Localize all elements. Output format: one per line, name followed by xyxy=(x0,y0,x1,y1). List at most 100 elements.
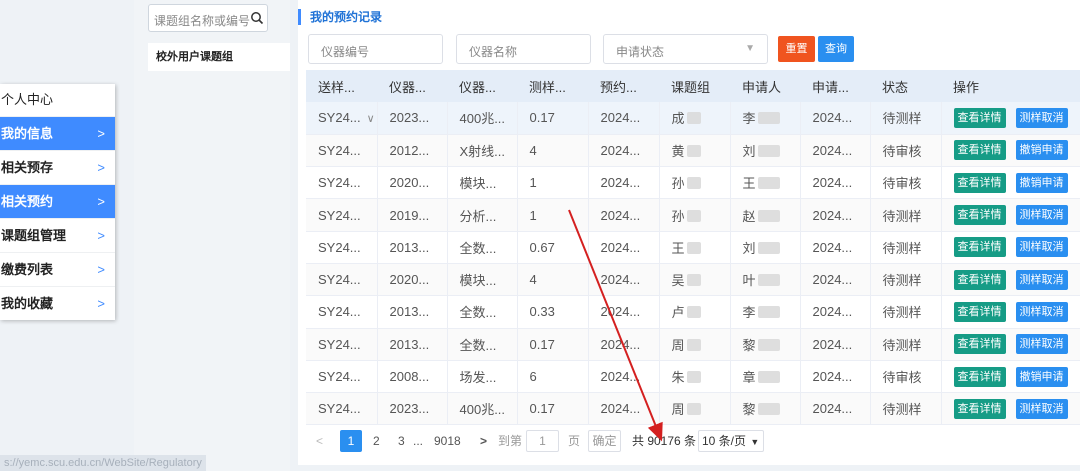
sidebar-item-payments[interactable]: 缴费列表 > xyxy=(0,252,115,286)
table-row[interactable]: SY24... 2013... 全数... 0.67 2024... 王 刘 2024... 待… xyxy=(306,231,1080,264)
reset-button[interactable]: 重置 xyxy=(778,36,815,62)
next-page-icon[interactable]: > xyxy=(480,430,487,452)
redacted-name xyxy=(757,112,780,125)
table-cell: SY24... xyxy=(306,231,378,264)
cell-text: 2024... xyxy=(812,336,853,352)
group-list-item[interactable]: 校外用户课题组 xyxy=(148,43,290,71)
view-detail-button[interactable]: 查看详情 xyxy=(953,366,1006,387)
table-row[interactable]: SY24... 2019... 分析... 1 2024... 孙 赵 2024... 待测样 查… xyxy=(306,198,1080,232)
table-cell: 黄 xyxy=(659,134,731,168)
page-size-select[interactable]: 10 条/页 ▼ xyxy=(698,430,764,452)
table-row[interactable]: SY24... 2013... 全数... 0.17 2024... 周 黎 2024... 待… xyxy=(306,328,1080,361)
view-detail-button[interactable]: 查看详情 xyxy=(953,107,1006,128)
column-header[interactable]: 仪器... xyxy=(377,70,447,102)
column-header[interactable]: 状态 xyxy=(870,70,941,102)
table-cell: 模块... xyxy=(447,263,518,297)
table-cell: 卢 xyxy=(659,295,731,329)
table-cell: SY24... xyxy=(306,392,378,426)
group-search-input[interactable]: 课题组名称或编号 xyxy=(148,4,268,32)
column-header[interactable]: 课题组 xyxy=(659,70,730,102)
cell-text: 2024... xyxy=(600,142,641,158)
page-number-last[interactable]: 9018 xyxy=(434,430,461,452)
table-cell: 2024... xyxy=(588,198,660,232)
instrument-no-placeholder: 仪器编号 xyxy=(321,45,370,59)
cell-text: 400兆... xyxy=(459,111,506,127)
table-cell: 周 xyxy=(659,392,731,426)
cell-text: 2023... xyxy=(389,401,430,417)
view-detail-button[interactable]: 查看详情 xyxy=(953,172,1006,193)
chevron-down-icon[interactable]: ∨ xyxy=(367,112,375,125)
row-action-button[interactable]: 测样取消 xyxy=(1015,334,1068,355)
column-header[interactable]: 送样... xyxy=(306,70,377,102)
column-header[interactable]: 申请... xyxy=(800,70,870,102)
cell-text: 2008... xyxy=(389,369,430,385)
cell-text: SY24... xyxy=(318,272,361,288)
row-action-button[interactable]: 测样取消 xyxy=(1015,107,1068,128)
row-action-button[interactable]: 测样取消 xyxy=(1015,205,1068,226)
cell-text: 2024... xyxy=(812,239,853,255)
table-row[interactable]: SY24... 2012... X射线... 4 2024... 黄 刘 2024... 待审核… xyxy=(306,134,1080,168)
sidebar-item-reservations[interactable]: 相关预约 > xyxy=(0,184,115,218)
view-detail-button[interactable]: 查看详情 xyxy=(953,269,1006,290)
page-ellipsis[interactable]: ... xyxy=(413,430,423,452)
table-cell: 模块... xyxy=(447,166,518,200)
table-row[interactable]: SY24... 2013... 全数... 0.33 2024... 卢 李 2024... 待… xyxy=(306,295,1080,329)
row-action-button[interactable]: 测样取消 xyxy=(1015,398,1068,419)
cell-text: 待测样 xyxy=(882,240,922,256)
sidebar-item-favorites[interactable]: 我的收藏 > xyxy=(0,286,115,320)
status-select[interactable]: 申请状态 ▼ xyxy=(603,34,768,64)
page-title: 我的预约记录 xyxy=(298,9,382,25)
page-number-current[interactable]: 1 xyxy=(340,430,362,452)
view-detail-button[interactable]: 查看详情 xyxy=(953,140,1006,161)
table-row[interactable]: SY24... 2023... 400兆... 0.17 2024... 周 黎 2024..… xyxy=(306,392,1080,426)
view-detail-button[interactable]: 查看详情 xyxy=(953,237,1006,258)
table-row[interactable]: SY24... 2020... 模块... 1 2024... 孙 王 2024... 待审核 查… xyxy=(306,166,1080,200)
column-header[interactable]: 操作 xyxy=(941,70,1080,102)
cell-text: 1 xyxy=(529,207,537,223)
row-action-button[interactable]: 撤销申请 xyxy=(1015,366,1068,387)
table-cell: 2024... xyxy=(588,102,660,135)
table-row[interactable]: SY24... 2020... 模块... 4 2024... 吴 叶 2024... 待测样 查… xyxy=(306,263,1080,297)
redacted-name xyxy=(686,177,701,190)
goto-confirm-button[interactable]: 确定 xyxy=(588,430,621,452)
page-number[interactable]: 3 xyxy=(398,430,405,452)
goto-page-input[interactable]: 1 xyxy=(526,430,559,452)
view-detail-button[interactable]: 查看详情 xyxy=(953,205,1006,226)
view-detail-button[interactable]: 查看详情 xyxy=(953,398,1006,419)
search-icon[interactable] xyxy=(250,9,264,27)
table-cell: 2013... xyxy=(377,231,448,264)
redacted-name xyxy=(686,209,701,222)
sidebar-item-group-management[interactable]: 课题组管理 > xyxy=(0,218,115,252)
row-action-button[interactable]: 撤销申请 xyxy=(1015,172,1068,193)
query-button[interactable]: 查询 xyxy=(818,36,854,62)
cell-text: 2024... xyxy=(600,207,641,223)
table-cell: 叶 xyxy=(730,263,801,297)
view-detail-button[interactable]: 查看详情 xyxy=(953,301,1006,322)
table-row[interactable]: SY24... ∨ 2023... 400兆... 0.17 2024... 成 李 2024.… xyxy=(306,102,1080,135)
table-cell: 待测样 xyxy=(870,295,942,329)
table-cell: 待测样 xyxy=(870,231,942,264)
row-action-button[interactable]: 测样取消 xyxy=(1015,269,1068,290)
table-cell: 2020... xyxy=(377,166,448,200)
row-action-button[interactable]: 测样取消 xyxy=(1015,237,1068,258)
instrument-no-input[interactable]: 仪器编号 xyxy=(308,34,443,64)
cell-text: 2024... xyxy=(812,142,853,158)
row-action-button[interactable]: 撤销申请 xyxy=(1015,140,1068,161)
table-cell-actions: 查看详情 测样取消 xyxy=(941,295,1080,329)
page-number[interactable]: 2 xyxy=(373,430,380,452)
column-header[interactable]: 申请人 xyxy=(730,70,800,102)
cell-text: 4 xyxy=(529,142,537,158)
column-header[interactable]: 预约... xyxy=(588,70,659,102)
table-cell: 黎 xyxy=(730,328,801,361)
sidebar-item-prepaid[interactable]: 相关预存 > xyxy=(0,150,115,184)
column-header[interactable]: 测样... xyxy=(517,70,588,102)
table-row[interactable]: SY24... 2008... 场发... 6 2024... 朱 章 2024... 待审核 查… xyxy=(306,360,1080,394)
cell-text: 待测样 xyxy=(882,208,922,224)
prev-page-icon[interactable]: < xyxy=(316,430,323,452)
view-detail-button[interactable]: 查看详情 xyxy=(953,334,1006,355)
row-action-button[interactable]: 测样取消 xyxy=(1015,301,1068,322)
column-header[interactable]: 仪器... xyxy=(447,70,517,102)
instrument-name-input[interactable]: 仪器名称 xyxy=(456,34,591,64)
sidebar-item-my-info[interactable]: 我的信息 > xyxy=(0,116,115,150)
table-cell: 周 xyxy=(659,328,731,361)
